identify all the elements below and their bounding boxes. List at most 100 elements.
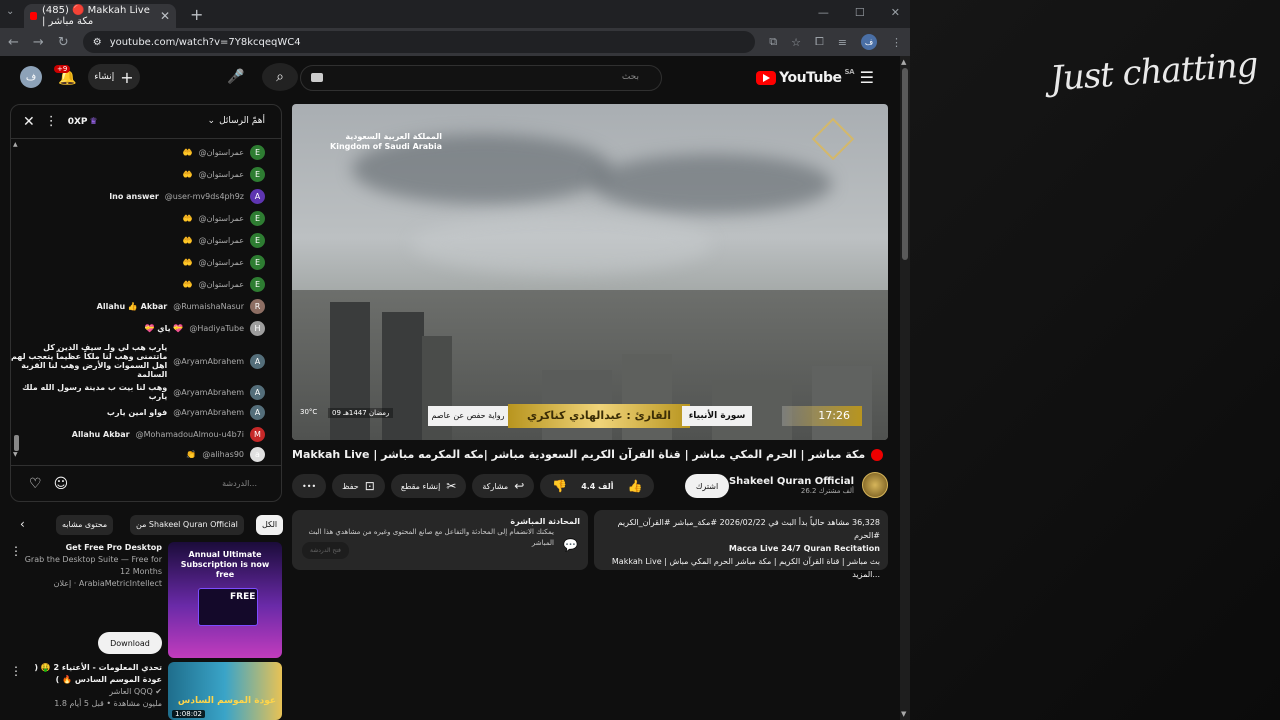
address-bar-row: ← → ↻ ⚙ youtube.com/watch?v=7Y8kcqeqWC4 … [0,28,910,56]
chat-avatar[interactable]: R [250,299,265,314]
chat-avatar[interactable]: A [250,353,265,369]
forward-icon[interactable]: → [33,35,44,50]
chip-all[interactable]: الكل [256,515,284,535]
chat-input[interactable]: الدردشة... [80,473,263,495]
clip-button[interactable]: إنشاء مقطع ✂ [390,474,467,498]
video-player[interactable]: المملكة العربية السعودية Kingdom of Saud… [292,104,888,440]
recommendation-video[interactable]: عودة الموسم السادس 1:08:02 تحدي المعلوما… [10,662,282,720]
media-control-icon[interactable]: ≡ [838,36,847,49]
download-button[interactable]: Download [98,632,162,654]
youtube-logo[interactable]: YouTube SA [756,68,855,86]
scroll-up-icon[interactable]: ▲ [901,58,906,66]
like-count[interactable]: 4.4 ألف [581,482,613,491]
video-title-rec[interactable]: تحدي المعلومات - الأعتياء 2 🤑 ( عودة الم… [22,662,162,686]
chat-mode-dropdown[interactable]: ⌄ أهمّ الرسائل [208,116,265,126]
chat-avatar[interactable]: M [250,427,265,442]
tab-search-icon[interactable]: ⌄ [6,6,14,17]
new-tab-icon[interactable]: + [190,5,203,24]
chip-related[interactable]: محتوى مشابه [56,515,114,535]
site-info-icon[interactable]: ⚙ [93,37,102,48]
chevron-left-icon[interactable]: ‹ [20,517,25,531]
keyboard-icon[interactable] [311,73,323,82]
chat-author[interactable]: @عمراستوان [199,170,244,179]
chat-author[interactable]: @عمراستوان [199,236,244,245]
dislike-icon[interactable]: 👎 [552,479,567,493]
chat-scrollbar[interactable]: ▲ ▼ [13,141,19,461]
more-actions-button[interactable]: ••• [292,474,327,498]
chat-avatar[interactable]: E [250,233,265,248]
ad-title[interactable]: Get Free Pro Desktop [22,542,162,554]
search-icon[interactable]: ⌕ [262,63,298,91]
page-scrollbar[interactable]: ▲ ▼ [900,56,910,720]
url-field[interactable]: ⚙ youtube.com/watch?v=7Y8kcqeqWC4 [82,31,756,53]
chat-author[interactable]: @عمراستوان [199,280,244,289]
close-chat-icon[interactable]: ✕ [23,114,35,130]
url-text: youtube.com/watch?v=7Y8kcqeqWC4 [109,36,301,48]
chat-author[interactable]: @user-mv9ds4ph9z [165,192,244,201]
chat-author[interactable]: @AryamAbrahem [173,357,244,366]
chat-avatar[interactable]: A [250,189,265,204]
tab-youtube[interactable]: (485) 🔴 Makkah Live | مكة مباشر ✕ [24,4,176,28]
voice-search-icon[interactable]: 🎤 [222,63,250,91]
chat-avatar[interactable]: A [250,384,265,400]
chat-author[interactable]: @AryamAbrahem [173,388,244,397]
chat-avatar[interactable]: E [250,277,265,292]
xp-badge[interactable]: 0XP ♛ [68,117,98,127]
chat-author[interactable]: @عمراستوان [199,148,244,157]
extensions-icon[interactable]: ⧠ [815,35,824,49]
scroll-up-icon[interactable]: ▲ [13,141,18,148]
guide-menu-icon[interactable]: ☰ [860,68,874,87]
maximize-icon[interactable]: ☐ [855,6,865,19]
chat-author[interactable]: @AryamAbrahem [173,408,244,417]
share-button[interactable]: مشاركة ↩ [472,474,535,498]
channel-name[interactable]: Shakeel Quran Official [729,476,854,487]
chat-avatar[interactable]: a [250,447,265,462]
heart-reaction-icon[interactable]: ♡ [29,476,42,492]
chat-author[interactable]: @alihas90 [202,450,244,459]
chat-avatar[interactable]: A [250,405,265,420]
create-button[interactable]: إنشاء + [88,64,140,90]
close-window-icon[interactable]: ✕ [891,6,900,19]
chip-from-channel[interactable]: من Shakeel Quran Official [130,515,244,535]
scroll-down-icon[interactable]: ▼ [13,451,18,458]
like-icon[interactable]: 👍 [627,479,642,493]
search-input[interactable]: بحث [300,65,662,91]
chat-avatar[interactable]: H [250,321,265,336]
back-icon[interactable]: ← [8,35,19,50]
chat-avatar[interactable]: E [250,167,265,182]
chat-more-icon[interactable]: ⋮ [45,114,58,129]
ad-menu-icon[interactable]: ⋮ [10,544,22,558]
ad-thumbnail[interactable]: Annual Ultimate Subscription is now free… [168,542,282,658]
description-line-3: بث مباشر | قناة القرآن الكريم | مكة مباش… [611,557,880,579]
browser-menu-icon[interactable]: ⋮ [891,36,902,49]
subscribe-button[interactable]: اشترك [685,474,729,498]
chat-author[interactable]: @عمراستوان [199,258,244,267]
close-tab-icon[interactable]: ✕ [160,9,170,23]
chat-avatar[interactable]: E [250,145,265,160]
video-channel[interactable]: العاشر QQQ ✔ [22,686,162,698]
video-thumbnail[interactable]: عودة الموسم السادس 1:08:02 [168,662,282,720]
bookmark-star-icon[interactable]: ☆ [791,36,801,49]
open-chat-button[interactable]: فتح الدردشة [302,542,349,559]
save-button[interactable]: حفظ ⊡ [332,474,385,498]
recommendation-ad[interactable]: Annual Ultimate Subscription is now free… [10,542,282,658]
scroll-down-icon[interactable]: ▼ [901,710,906,718]
minimize-icon[interactable]: — [818,6,829,19]
channel-avatar[interactable] [862,472,888,498]
video-menu-icon[interactable]: ⋮ [10,664,22,678]
chat-author[interactable]: @HadiyaTube [189,324,244,333]
account-avatar[interactable]: ف [20,66,42,88]
chat-author[interactable]: @MohamadouAlmou-u4b7i [136,430,244,439]
channel-info[interactable]: Shakeel Quran Official 26.2 ألف مشترك [729,472,888,498]
reload-icon[interactable]: ↻ [58,35,69,50]
profile-avatar[interactable]: ف [861,34,877,50]
page-scroll-thumb[interactable] [902,68,908,260]
chat-scroll-thumb[interactable] [14,435,19,451]
emoji-picker-icon[interactable]: ☺ [54,476,69,492]
chat-avatar[interactable]: E [250,255,265,270]
description-box[interactable]: 36,328 مشاهد حالياً بدأ البث في 2026/02/… [594,510,888,579]
install-app-icon[interactable]: ⧉ [769,35,777,49]
chat-author[interactable]: @RumaishaNasur [173,302,244,311]
chat-author[interactable]: @عمراستوان [199,214,244,223]
chat-avatar[interactable]: E [250,211,265,226]
